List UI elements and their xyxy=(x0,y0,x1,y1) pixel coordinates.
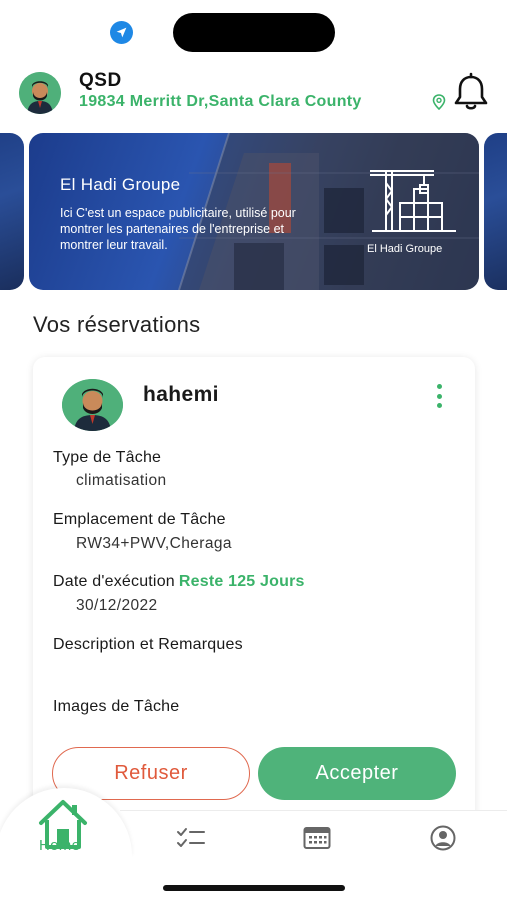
previous-banner[interactable] xyxy=(0,133,24,290)
user-address[interactable]: 19834 Merritt Dr,Santa Clara County xyxy=(79,93,362,111)
location-label: Emplacement de Tâche xyxy=(53,511,226,528)
profile-icon[interactable] xyxy=(430,825,456,851)
banner-title: El Hadi Groupe xyxy=(60,175,181,194)
location-pin-icon xyxy=(432,94,446,111)
crane-logo-icon xyxy=(370,170,456,232)
date-value: 30/12/2022 xyxy=(76,597,158,614)
accept-button[interactable]: Accepter xyxy=(258,747,456,800)
status-bar xyxy=(0,0,507,62)
header: QSD 19834 Merritt Dr,Santa Clara County xyxy=(0,66,507,118)
location-value: RW34+PWV,Cheraga xyxy=(76,535,232,552)
notification-bell-icon[interactable] xyxy=(452,72,490,112)
banner-logo-text: El Hadi Groupe xyxy=(367,243,443,255)
images-label: Images de Tâche xyxy=(53,698,180,715)
ad-banner[interactable]: El Hadi Groupe Ici C'est un espace publi… xyxy=(29,133,479,290)
tasks-icon[interactable] xyxy=(176,827,206,849)
nav-home-label: Home xyxy=(39,837,81,854)
bottom-navigation: Home xyxy=(0,788,507,900)
calendar-icon[interactable] xyxy=(303,826,331,850)
remaining-days: Reste 125 Jours xyxy=(178,573,305,590)
date-row: Date d'exécution Reste 125 Jours xyxy=(53,573,305,591)
banner-text: Ici C'est un espace publicitaire, utilis… xyxy=(60,206,296,252)
section-title: Vos réservations xyxy=(33,312,201,337)
user-avatar[interactable] xyxy=(19,72,61,114)
client-avatar xyxy=(62,379,123,431)
date-label: Date d'exécution xyxy=(53,573,175,590)
home-indicator xyxy=(163,885,345,891)
task-type-value: climatisation xyxy=(76,472,167,489)
reservation-card: hahemi Type de Tâche climatisation Empla… xyxy=(33,357,475,827)
client-name: hahemi xyxy=(143,383,219,406)
description-label: Description et Remarques xyxy=(53,636,243,653)
user-name: QSD xyxy=(79,70,122,91)
task-type-label: Type de Tâche xyxy=(53,449,162,466)
next-banner[interactable] xyxy=(484,133,507,290)
more-options-icon[interactable] xyxy=(435,384,443,408)
location-arrow-icon xyxy=(110,21,133,44)
ad-carousel[interactable]: El Hadi Groupe Ici C'est un espace publi… xyxy=(0,133,507,291)
dynamic-island xyxy=(173,13,335,52)
